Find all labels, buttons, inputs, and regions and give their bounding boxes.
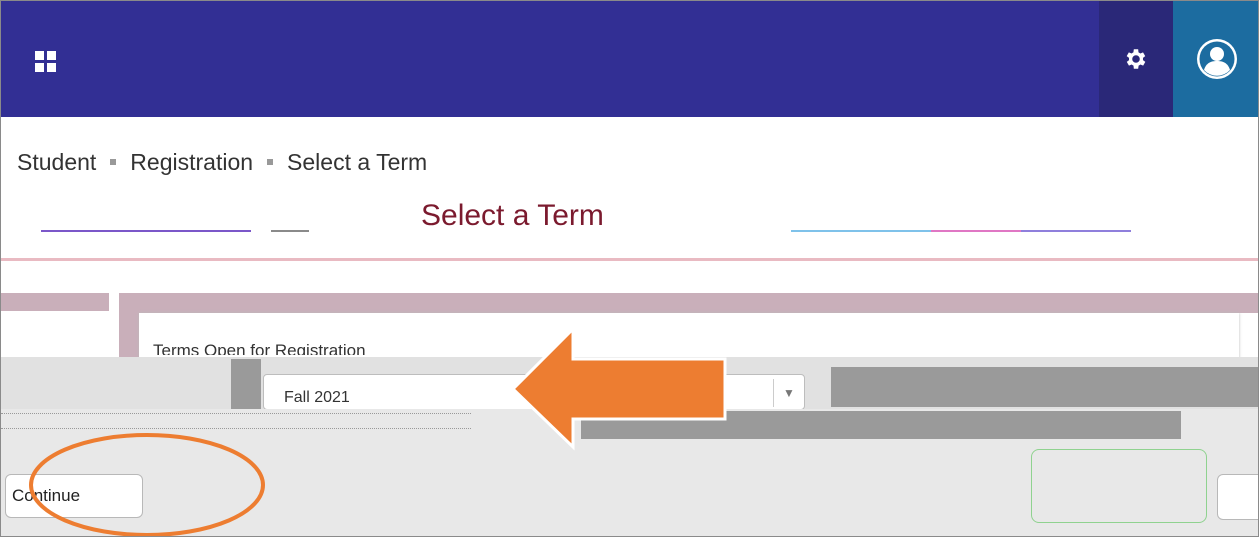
term-select[interactable]: Fall 2021 ▼ [263,374,805,410]
page-title: Select a Term [421,199,604,232]
apps-grid-icon[interactable] [35,51,57,73]
divider [271,230,309,232]
content-band [119,293,139,363]
content-band [119,293,1258,313]
user-profile-button[interactable] [1173,1,1258,117]
section-divider [1,258,1258,261]
term-select-value: Fall 2021 [284,389,350,406]
form-row-shade [581,411,1181,439]
dotted-divider [1,413,471,429]
screenshot-frame: Student Registration Select a Term Select … [0,0,1259,537]
breadcrumb-select-term: Select a Term [287,149,428,175]
top-navigation-bar [1,1,1258,117]
divider [1021,230,1131,232]
divider [931,230,1021,232]
form-row-shade [231,359,261,409]
breadcrumb-separator [267,158,274,165]
breadcrumb-registration[interactable]: Registration [130,149,253,175]
breadcrumb-separator [110,158,117,165]
divider [791,230,931,232]
user-avatar-icon [1196,39,1237,79]
breadcrumb: Student Registration Select a Term [17,149,427,176]
divider [41,230,251,232]
form-row-shade [831,367,1258,407]
button-outline [1031,449,1207,523]
continue-button[interactable]: Continue [5,474,143,518]
breadcrumb-student[interactable]: Student [17,149,96,175]
settings-button[interactable] [1099,1,1173,117]
chevron-down-icon[interactable]: ▼ [773,379,804,407]
content-band [1,293,109,311]
gear-icon [1126,49,1146,69]
terms-label: Terms Open for Registration [153,341,366,355]
secondary-button[interactable] [1217,474,1258,520]
